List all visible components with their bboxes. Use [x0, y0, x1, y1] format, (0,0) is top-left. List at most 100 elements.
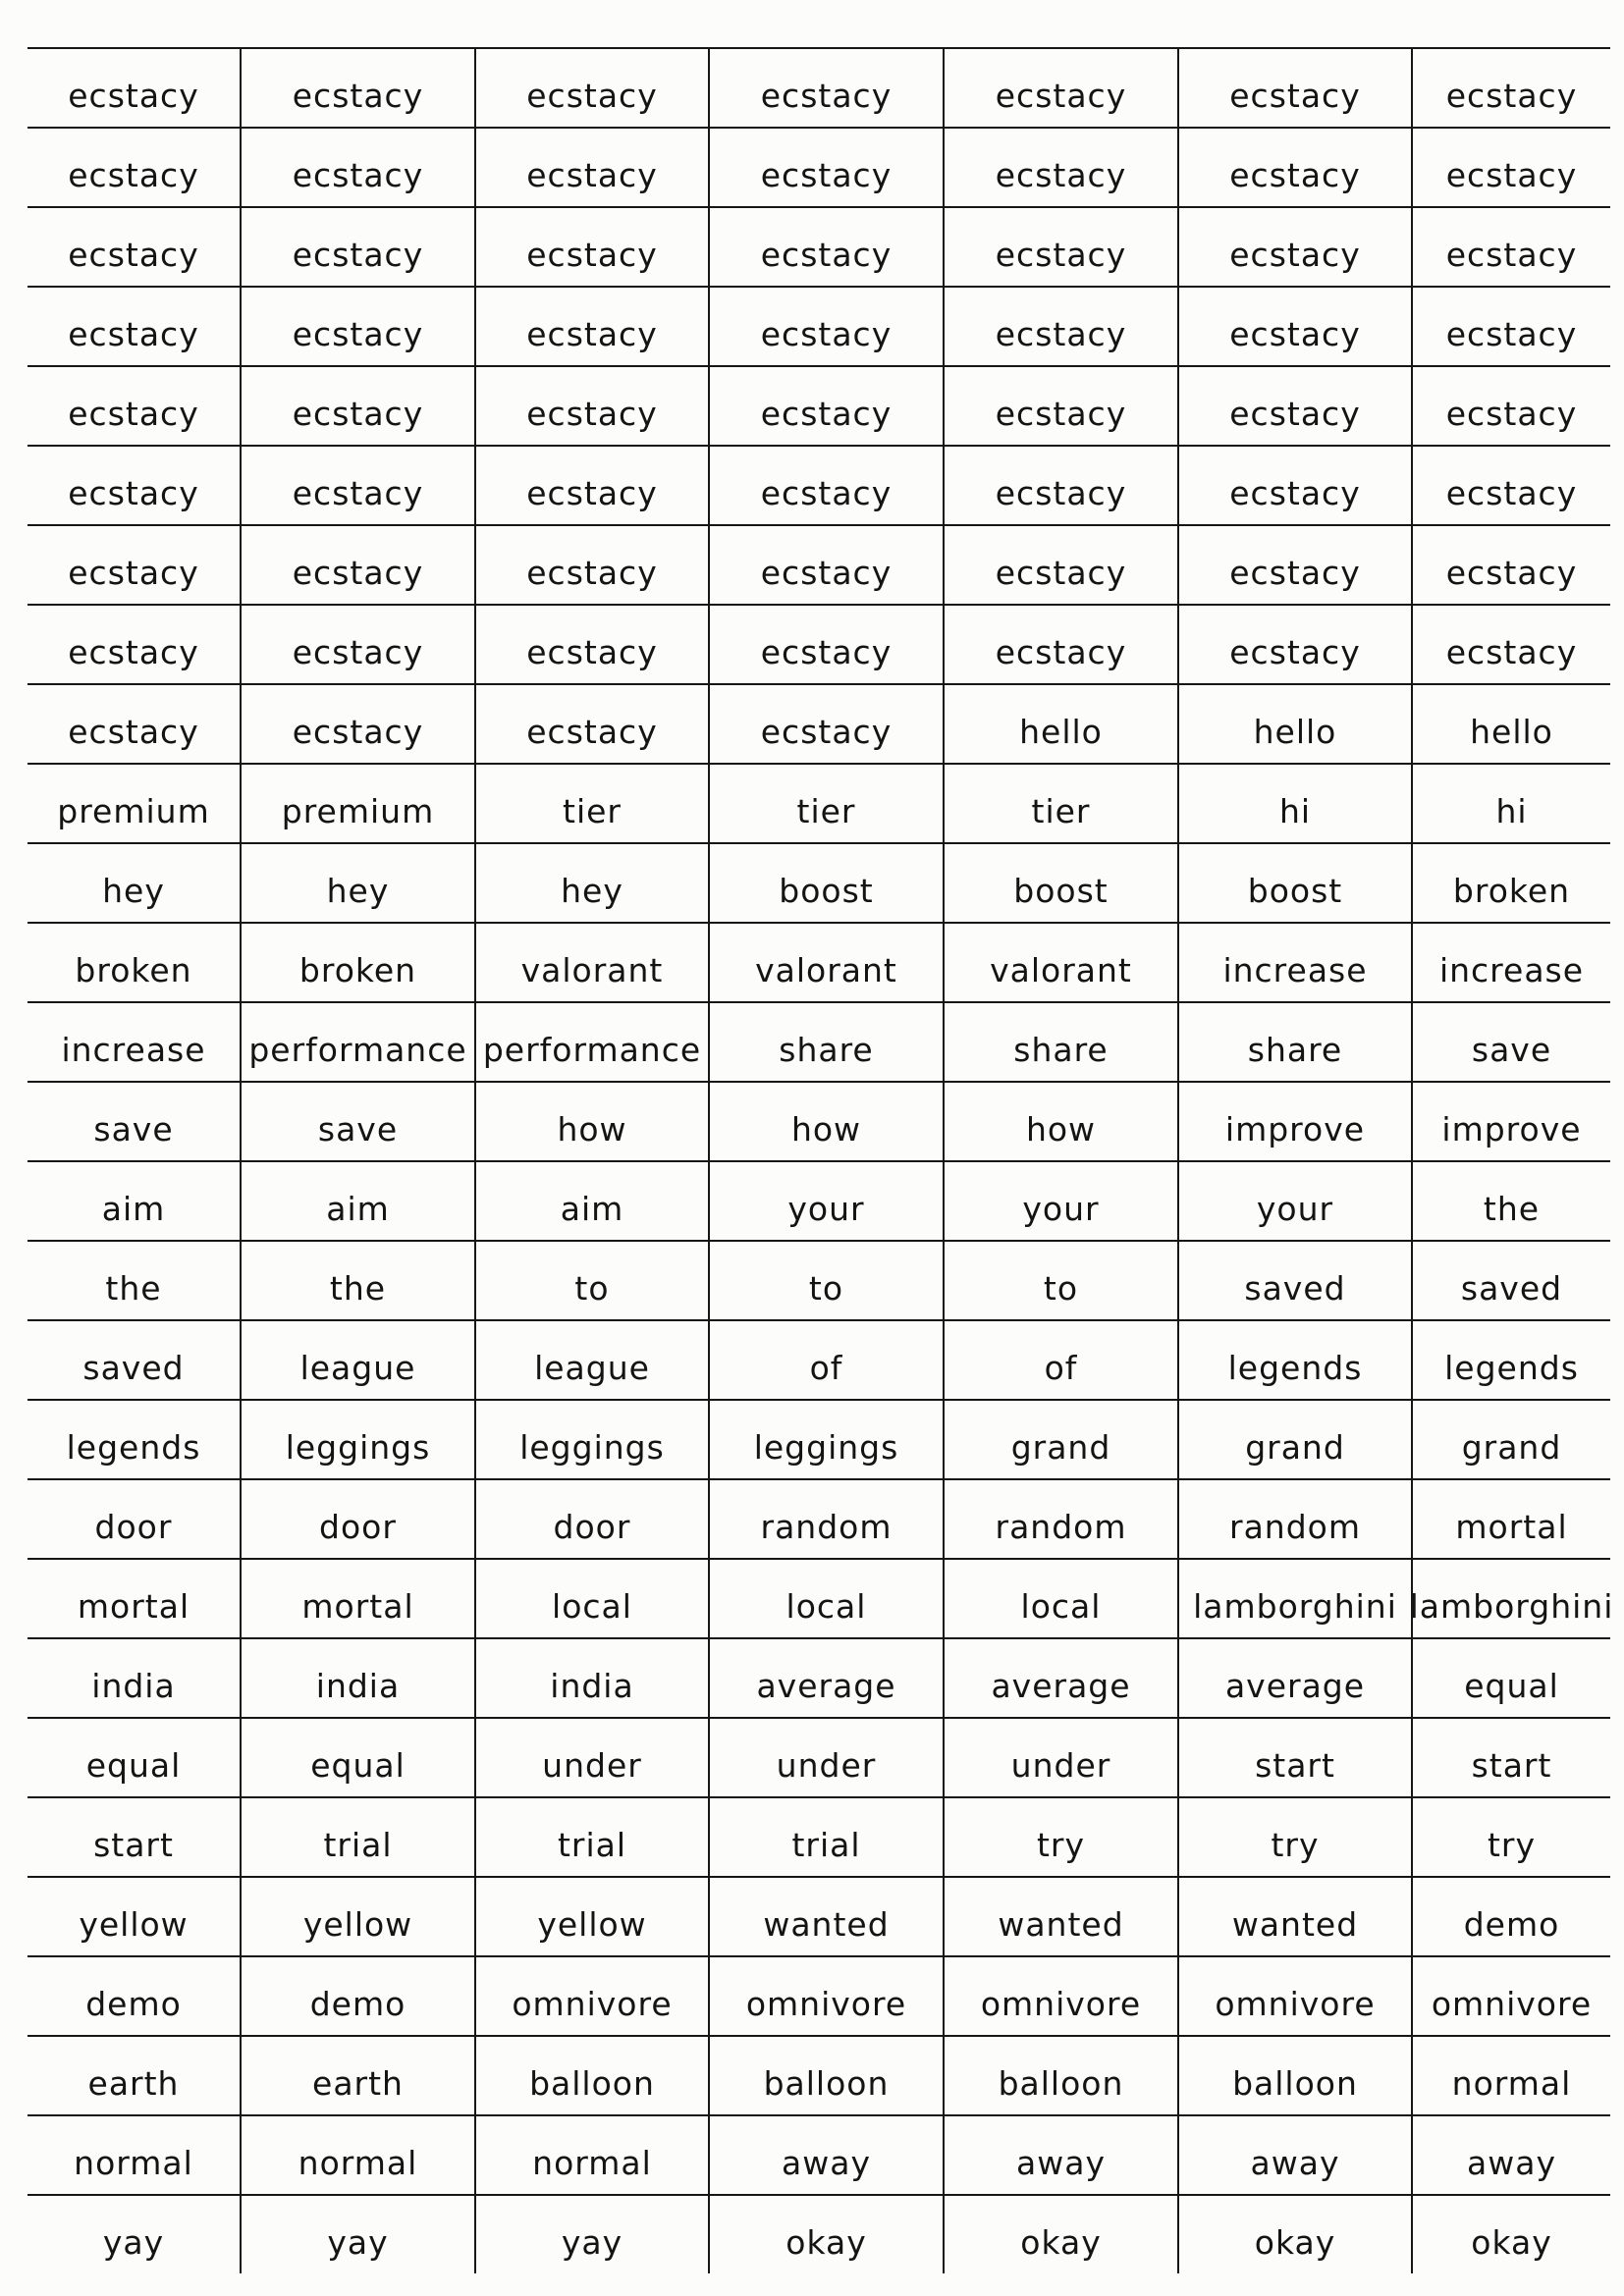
word-cell: ecstacy	[1179, 208, 1413, 286]
word-cell: your	[1179, 1162, 1413, 1240]
word-cell: yellow	[27, 1878, 242, 1955]
table-row: door door door random random random mort…	[27, 1478, 1610, 1558]
word-cell: okay	[710, 2196, 945, 2273]
word-cell: random	[945, 1480, 1179, 1558]
word-cell: door	[242, 1480, 476, 1558]
word-cell: grand	[945, 1401, 1179, 1478]
word-cell: your	[945, 1162, 1179, 1240]
word-cell: india	[476, 1639, 710, 1717]
word-cell: equal	[242, 1719, 476, 1796]
word-cell: omnivore	[1179, 1957, 1413, 2035]
word-cell: ecstacy	[27, 606, 242, 683]
word-cell: ecstacy	[1445, 156, 1578, 194]
word-cell: legends	[1444, 1349, 1579, 1387]
word-cell: door	[27, 1480, 242, 1558]
word-cell: valorant	[710, 924, 945, 1001]
table-row: yellow yellow yellow wanted wanted wante…	[27, 1876, 1610, 1955]
table-row: india india india average average averag…	[27, 1637, 1610, 1717]
table-row: ecstacy ecstacy ecstacy ecstacy ecstacy …	[27, 604, 1610, 683]
word-cell: lamborghini	[1179, 1560, 1413, 1637]
word-cell: ecstacy	[945, 447, 1179, 524]
word-cell: broken	[27, 924, 242, 1001]
word-cell: ecstacy	[710, 606, 945, 683]
word-cell: save	[1471, 1031, 1552, 1069]
table-row: legends leggings leggings leggings grand…	[27, 1399, 1610, 1478]
word-cell: ecstacy	[476, 367, 710, 445]
word-cell: wanted	[945, 1878, 1179, 1955]
word-cell: broken	[242, 924, 476, 1001]
word-cell: demo	[27, 1957, 242, 2035]
word-cell: share	[1179, 1003, 1413, 1081]
word-cell: mortal	[1455, 1508, 1568, 1546]
word-cell: ecstacy	[242, 526, 476, 604]
word-cell: ecstacy	[1179, 606, 1413, 683]
word-cell: normal	[1451, 2064, 1572, 2103]
table-row: saved league league of of legends legend…	[27, 1319, 1610, 1399]
table-row: aim aim aim your your your the	[27, 1160, 1610, 1240]
word-cell: ecstacy	[27, 49, 242, 127]
word-cell: omnivore	[710, 1957, 945, 2035]
word-cell: increase	[1438, 951, 1585, 989]
word-cell: ecstacy	[1179, 129, 1413, 206]
word-cell: ecstacy	[242, 685, 476, 763]
word-cell: ecstacy	[710, 685, 945, 763]
word-cell: okay	[1471, 2223, 1552, 2262]
table-row: mortal mortal local local local lamborgh…	[27, 1558, 1610, 1637]
table-row: ecstacy ecstacy ecstacy ecstacy ecstacy …	[27, 524, 1610, 604]
word-cell: boost	[710, 844, 945, 922]
word-cell: omnivore	[945, 1957, 1179, 2035]
word-cell: hey	[476, 844, 710, 922]
word-cell: start	[1179, 1719, 1413, 1796]
table-row: increase performance performance share s…	[27, 1001, 1610, 1081]
word-cell: ecstacy	[1179, 526, 1413, 604]
word-cell: leggings	[476, 1401, 710, 1478]
word-cell: under	[710, 1719, 945, 1796]
word-cell: average	[945, 1639, 1179, 1717]
word-cell: okay	[1179, 2196, 1413, 2273]
word-cell: performance	[476, 1003, 710, 1081]
word-cell: normal	[476, 2116, 710, 2194]
word-cell: mortal	[242, 1560, 476, 1637]
word-cell: premium	[27, 765, 242, 842]
table-row: normal normal normal away away away away	[27, 2114, 1610, 2194]
word-cell: ecstacy	[1179, 49, 1413, 127]
table-row: hey hey hey boost boost boost broken	[27, 842, 1610, 922]
word-cell: ecstacy	[945, 208, 1179, 286]
word-cell: ecstacy	[945, 129, 1179, 206]
word-cell: equal	[1464, 1667, 1559, 1705]
word-cell: of	[945, 1321, 1179, 1399]
word-cell: ecstacy	[242, 129, 476, 206]
table-row: ecstacy ecstacy ecstacy ecstacy ecstacy …	[27, 47, 1610, 127]
word-cell: ecstacy	[1445, 633, 1578, 671]
table-row: start trial trial trial try try try	[27, 1796, 1610, 1876]
word-cell: omnivore	[1431, 1985, 1593, 2023]
word-cell: ecstacy	[945, 367, 1179, 445]
word-cell: away	[1467, 2144, 1556, 2182]
word-cell: ecstacy	[710, 447, 945, 524]
word-cell: start	[1471, 1746, 1552, 1785]
handwriting-sheet: ecstacy ecstacy ecstacy ecstacy ecstacy …	[27, 47, 1610, 2273]
word-cell: equal	[27, 1719, 242, 1796]
word-cell: improve	[1441, 1110, 1582, 1148]
word-cell: saved	[27, 1321, 242, 1399]
word-cell: balloon	[945, 2037, 1179, 2114]
word-cell: wanted	[710, 1878, 945, 1955]
word-cell: league	[242, 1321, 476, 1399]
word-cell: leggings	[242, 1401, 476, 1478]
word-cell: ecstacy	[710, 288, 945, 365]
word-cell: under	[945, 1719, 1179, 1796]
word-cell: omnivore	[476, 1957, 710, 2035]
table-row: ecstacy ecstacy ecstacy ecstacy ecstacy …	[27, 445, 1610, 524]
word-cell: random	[1179, 1480, 1413, 1558]
word-cell: aim	[27, 1162, 242, 1240]
word-cell: tier	[945, 765, 1179, 842]
table-row: ecstacy ecstacy ecstacy ecstacy ecstacy …	[27, 365, 1610, 445]
word-cell: trial	[242, 1798, 476, 1876]
word-cell: the	[242, 1242, 476, 1319]
word-cell: ecstacy	[476, 606, 710, 683]
word-cell: ecstacy	[27, 447, 242, 524]
word-cell: balloon	[710, 2037, 945, 2114]
word-cell: mortal	[27, 1560, 242, 1637]
word-cell: ecstacy	[710, 526, 945, 604]
word-cell: ecstacy	[945, 49, 1179, 127]
